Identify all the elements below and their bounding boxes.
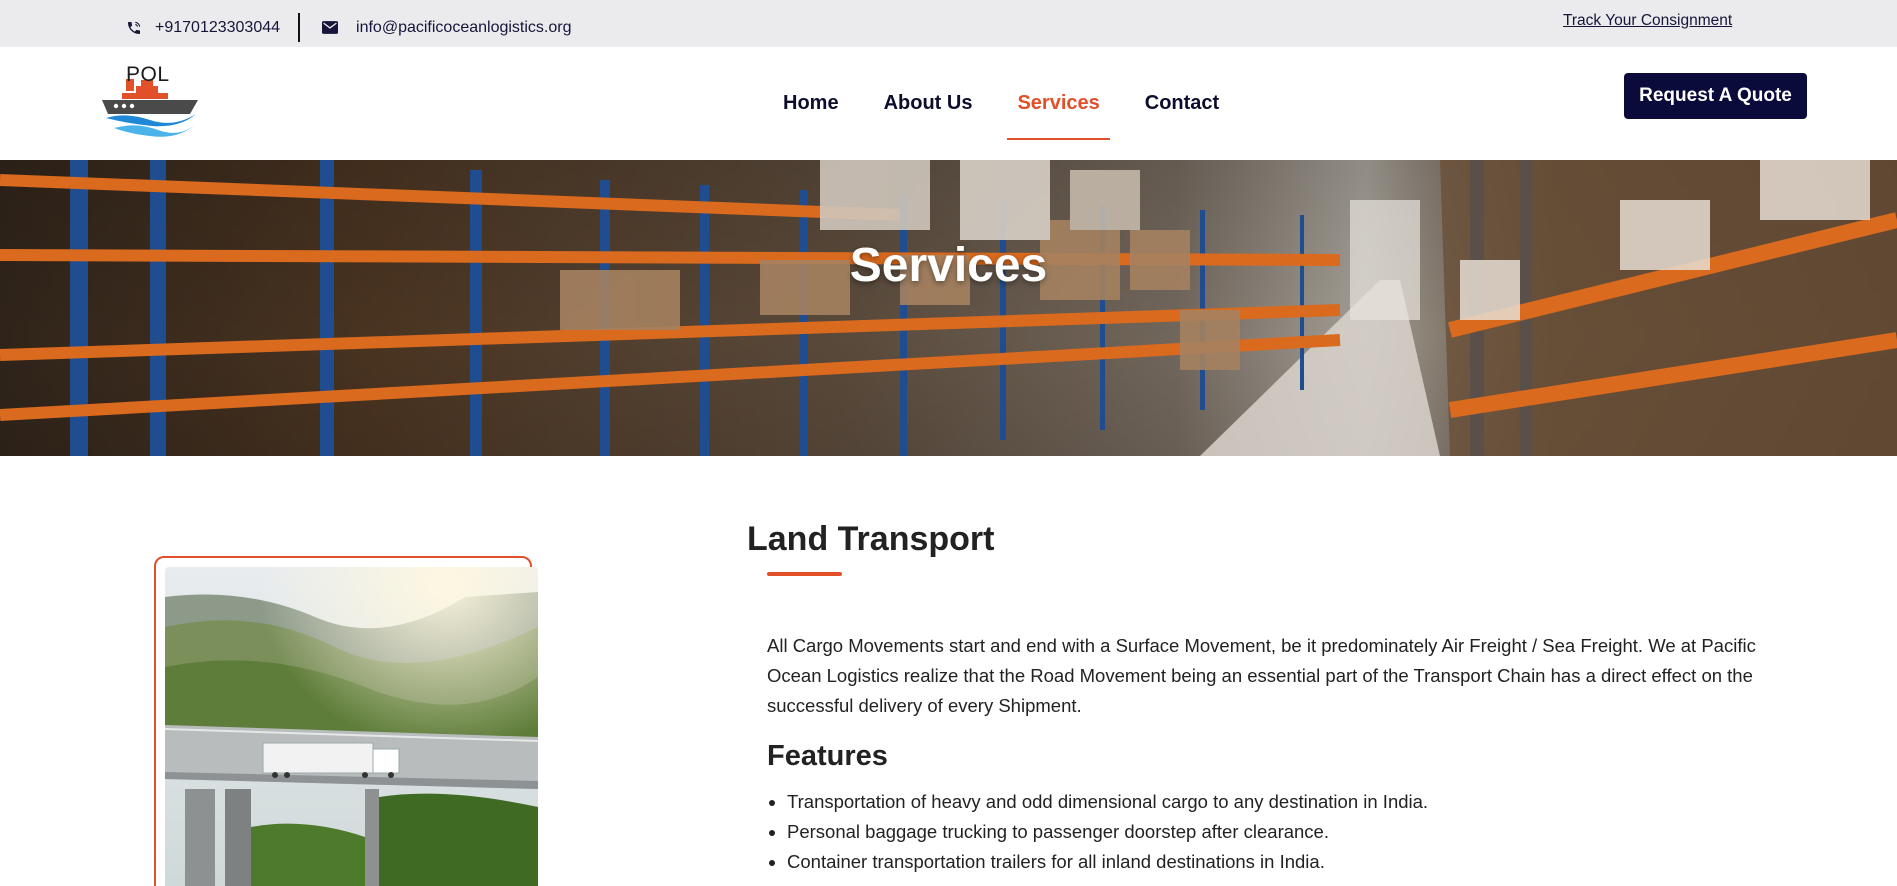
site-header: POL Home About Us Services Contact Reque…: [0, 47, 1897, 160]
phone-icon: [124, 18, 144, 38]
request-quote-button[interactable]: Request A Quote: [1624, 73, 1807, 119]
features-list: Transportation of heavy and odd dimensio…: [767, 787, 1807, 877]
track-consignment-link[interactable]: Track Your Consignment: [1563, 12, 1732, 30]
nav-contact[interactable]: Contact: [1145, 47, 1219, 160]
title-underline: [767, 572, 842, 576]
list-item: Personal baggage trucking to passenger d…: [767, 817, 1807, 847]
contact-info: +9170123303044 info@pacificoceanlogistic…: [124, 13, 572, 42]
features-heading: Features: [767, 740, 888, 772]
contact-divider: [298, 13, 301, 42]
logo[interactable]: POL: [100, 62, 200, 142]
truck-on-bridge-image: [165, 567, 538, 886]
email-address[interactable]: info@pacificoceanlogistics.org: [356, 19, 571, 37]
service-description: All Cargo Movements start and end with a…: [767, 635, 1756, 716]
main-nav: Home About Us Services Contact: [783, 47, 1264, 160]
section-title: Land Transport: [747, 520, 995, 558]
top-bar: +9170123303044 info@pacificoceanlogistic…: [0, 0, 1897, 47]
warehouse-background-image: [0, 160, 1897, 456]
list-item: Transportation of heavy and odd dimensio…: [767, 787, 1807, 817]
nav-home[interactable]: Home: [783, 47, 839, 160]
nav-services[interactable]: Services: [1007, 47, 1111, 160]
phone-number[interactable]: +9170123303044: [155, 19, 280, 37]
hero-title: Services: [849, 239, 1048, 292]
mail-icon: [320, 18, 340, 38]
hero-banner: Services: [0, 160, 1897, 456]
list-item: Container transportation trailers for al…: [767, 847, 1807, 877]
logo-text: POL: [126, 63, 170, 86]
nav-about-us[interactable]: About Us: [884, 47, 973, 160]
